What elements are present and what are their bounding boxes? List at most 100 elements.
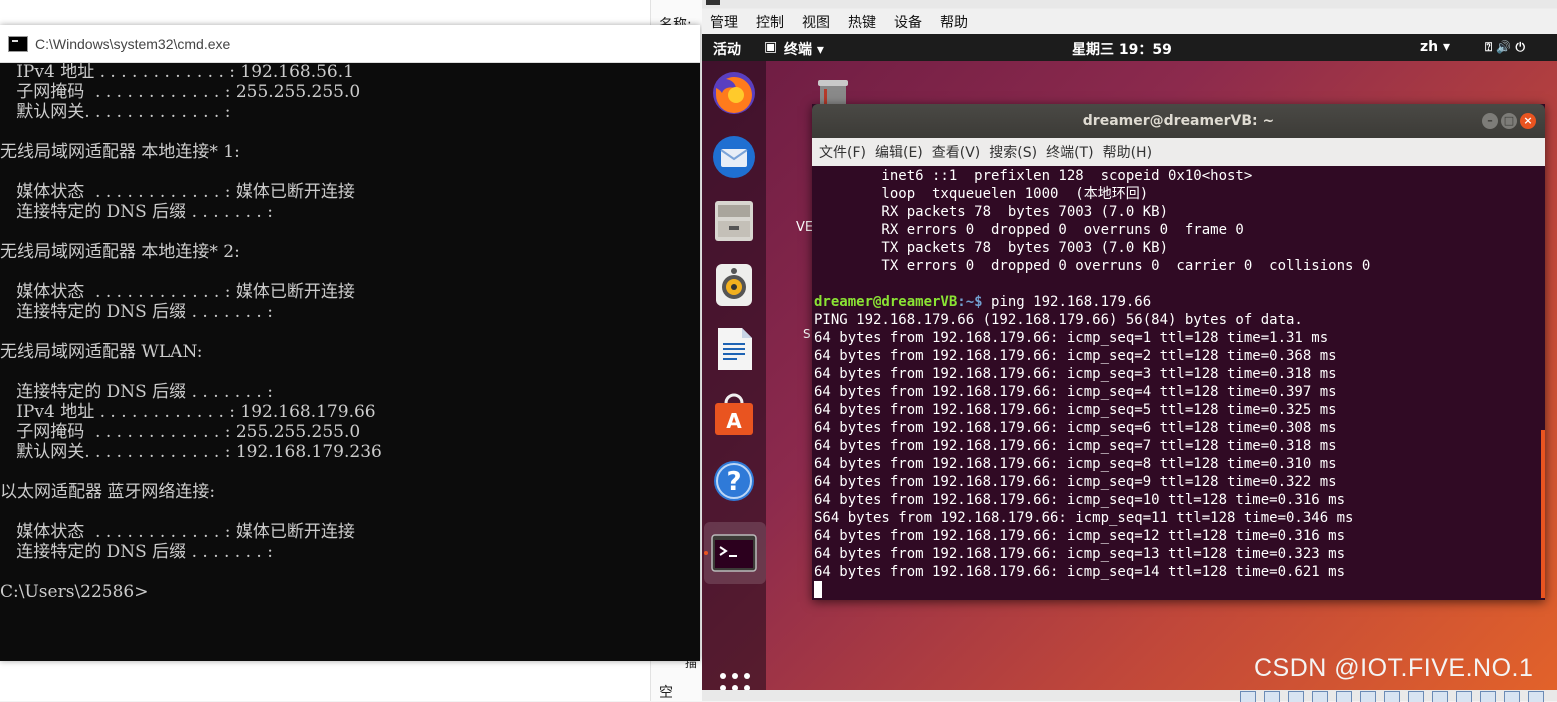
vbox-status-icon[interactable]	[1264, 691, 1280, 702]
vbox-menu-item[interactable]: 控制	[756, 12, 784, 32]
help-icon[interactable]: ?	[710, 457, 758, 505]
vbox-menubar: 管理 控制 视图 热键 设备 帮助	[702, 9, 1557, 34]
clock[interactable]: 星期三 19：59	[1072, 39, 1172, 59]
vbox-title-strip	[702, 0, 1557, 8]
vbox-status-icon[interactable]	[1480, 691, 1496, 702]
terminal-output-line: PING 192.168.179.66 (192.168.179.66) 56(…	[814, 312, 1303, 328]
vbox-status-icon[interactable]	[1312, 691, 1328, 702]
libreoffice-writer-icon[interactable]	[710, 325, 758, 373]
csdn-watermark: CSDN @IOT.FIVE.NO.1	[1254, 654, 1534, 682]
vbox-status-icon[interactable]	[1240, 691, 1256, 702]
cmd-titlebar[interactable]: C:\Windows\system32\cmd.exe	[0, 25, 700, 63]
vbox-menu-item[interactable]: 设备	[894, 12, 922, 32]
cmd-output-line: 子网掩码 . . . . . . . . . . . . : 255.255.2…	[0, 82, 361, 102]
terminal-output-line: 64 bytes from 192.168.179.66: icmp_seq=2…	[814, 348, 1337, 364]
cmd-output-line: 默认网关. . . . . . . . . . . . . :	[0, 102, 231, 122]
vbox-status-icon[interactable]	[1408, 691, 1424, 702]
terminal-menu-item[interactable]: 搜索(S)	[989, 142, 1037, 162]
cmd-output-line: 媒体状态 . . . . . . . . . . . . : 媒体已断开连接	[0, 522, 355, 542]
vbox-menu-item[interactable]: 视图	[802, 12, 830, 32]
dock-running-indicator	[704, 551, 708, 555]
cmd-output-line: 连接特定的 DNS 后缀 . . . . . . . :	[0, 302, 273, 322]
cmd-output-line: 无线局域网适配器 WLAN:	[0, 342, 203, 362]
thunderbird-icon[interactable]	[710, 133, 758, 181]
terminal-output-line: 64 bytes from 192.168.179.66: icmp_seq=4…	[814, 384, 1337, 400]
cmd-output-line: 以太网适配器 蓝牙网络连接:	[0, 482, 216, 502]
cmd-output-line: 媒体状态 . . . . . . . . . . . . : 媒体已断开连接	[0, 182, 355, 202]
terminal-titlebar[interactable]: dreamer@dreamerVB: ~ – □ ×	[812, 104, 1545, 138]
terminal-output-line: 64 bytes from 192.168.179.66: icmp_seq=8…	[814, 456, 1337, 472]
activities-button[interactable]: 活动	[713, 39, 741, 59]
terminal-menu-item[interactable]: 编辑(E)	[875, 142, 923, 162]
ubuntu-desktop: 活动 ▣ 终端 ▾ 星期三 19：59 zh ▾ ⍰ 🔊 ⏻ A? VE S d…	[702, 34, 1557, 690]
cmd-output-line: 连接特定的 DNS 后缀 . . . . . . . :	[0, 542, 273, 562]
vbox-status-icon[interactable]	[1288, 691, 1304, 702]
firefox-icon[interactable]	[710, 69, 758, 117]
input-method-menu[interactable]: zh ▾	[1420, 39, 1450, 55]
terminal-menu-item[interactable]: 文件(F)	[819, 142, 866, 162]
system-tray-icons[interactable]: ⍰ 🔊 ⏻	[1485, 40, 1525, 55]
terminal-output-line: 64 bytes from 192.168.179.66: icmp_seq=7…	[814, 438, 1337, 454]
vbox-status-icon[interactable]	[1504, 691, 1520, 702]
vbox-status-icon[interactable]	[1336, 691, 1352, 702]
cmd-window-title: C:\Windows\system32\cmd.exe	[35, 35, 231, 52]
terminal-cursor	[814, 581, 822, 598]
terminal-menu-item[interactable]: 查看(V)	[932, 142, 981, 162]
software-center-icon[interactable]: A	[710, 391, 758, 439]
vbox-menu-item[interactable]: 管理	[710, 12, 738, 32]
terminal-menu-item[interactable]: 终端(T)	[1046, 142, 1093, 162]
vbox-status-icon[interactable]	[1528, 691, 1544, 702]
cmd-output-line: 连接特定的 DNS 后缀 . . . . . . . :	[0, 382, 273, 402]
desktop-icon-label: VE	[796, 220, 814, 235]
svg-text:?: ?	[726, 467, 741, 497]
terminal-output-line: 64 bytes from 192.168.179.66: icmp_seq=1…	[814, 564, 1346, 580]
terminal-output-line: 64 bytes from 192.168.179.66: icmp_seq=5…	[814, 402, 1337, 418]
terminal-scrollbar[interactable]	[1541, 430, 1545, 598]
cmd-window[interactable]: C:\Windows\system32\cmd.exe IPv4 地址 . . …	[0, 25, 700, 661]
app-menu-terminal[interactable]: 终端 ▾	[784, 39, 824, 59]
terminal-output-line: TX errors 0 dropped 0 overruns 0 carrier…	[814, 258, 1371, 274]
terminal-icon[interactable]	[710, 529, 758, 577]
cmd-output-line: IPv4 地址 . . . . . . . . . . . . : 192.16…	[0, 62, 354, 82]
cmd-output-line: C:\Users\22586>	[0, 582, 149, 602]
vbox-menu-item[interactable]: 帮助	[940, 12, 968, 32]
cmd-output-line: 默认网关. . . . . . . . . . . . . : 192.168.…	[0, 442, 382, 462]
cmd-output-line: 媒体状态 . . . . . . . . . . . . : 媒体已断开连接	[0, 282, 355, 302]
terminal-output-line: 64 bytes from 192.168.179.66: icmp_seq=1…	[814, 492, 1346, 508]
cmd-console-output[interactable]: IPv4 地址 . . . . . . . . . . . . : 192.16…	[0, 62, 700, 661]
cmd-output-line: 无线局域网适配器 本地连接* 2:	[0, 242, 240, 262]
vbox-menu-item[interactable]: 热键	[848, 12, 876, 32]
terminal-title: dreamer@dreamerVB: ~	[1082, 113, 1275, 129]
terminal-output-line: 64 bytes from 192.168.179.66: icmp_seq=9…	[814, 474, 1337, 490]
terminal-output-line: 64 bytes from 192.168.179.66: icmp_seq=3…	[814, 366, 1337, 382]
ubuntu-dock: A?	[702, 61, 766, 690]
maximize-button[interactable]: □	[1501, 113, 1517, 129]
terminal-menu-item[interactable]: 帮助(H)	[1103, 142, 1152, 162]
terminal-output-line: RX errors 0 dropped 0 overruns 0 frame 0	[814, 222, 1244, 238]
terminal-prompt-line: dreamer@dreamerVB:~$ ping 192.168.179.66	[814, 293, 1151, 311]
minimize-button[interactable]: –	[1482, 113, 1498, 129]
show-applications-icon[interactable]	[718, 671, 752, 690]
cmd-output-line: IPv4 地址 . . . . . . . . . . . . : 192.16…	[0, 402, 376, 422]
files-icon[interactable]	[710, 197, 758, 245]
vbox-status-icon[interactable]	[1384, 691, 1400, 702]
vbox-status-icon[interactable]	[1432, 691, 1448, 702]
terminal-output-line: 64 bytes from 192.168.179.66: icmp_seq=1…	[814, 330, 1329, 346]
terminal-output-line: S64 bytes from 192.168.179.66: icmp_seq=…	[814, 510, 1354, 526]
rhythmbox-icon[interactable]	[710, 261, 758, 309]
terminal-output-line: 64 bytes from 192.168.179.66: icmp_seq=1…	[814, 546, 1346, 562]
terminal-output[interactable]: inet6 ::1 prefixlen 128 scopeid 0x10<hos…	[812, 166, 1537, 600]
gnome-top-bar: 活动 ▣ 终端 ▾ 星期三 19：59 zh ▾ ⍰ 🔊 ⏻	[702, 34, 1557, 61]
cmd-output-line: 无线局域网适配器 本地连接* 1:	[0, 142, 240, 162]
vbox-status-icon[interactable]	[1360, 691, 1376, 702]
svg-text:A: A	[726, 409, 742, 433]
vbox-status-icon[interactable]	[1456, 691, 1472, 702]
terminal-window[interactable]: dreamer@dreamerVB: ~ – □ × 文件(F) 编辑(E) 查看(…	[812, 104, 1545, 600]
cmd-output-line: 子网掩码 . . . . . . . . . . . . : 255.255.2…	[0, 422, 361, 442]
cmd-app-icon	[8, 35, 28, 52]
close-button[interactable]: ×	[1520, 113, 1536, 129]
desktop-icon-label-2: S	[803, 327, 811, 341]
cmd-output-line: 连接特定的 DNS 后缀 . . . . . . . :	[0, 202, 273, 222]
terminal-output-line: inet6 ::1 prefixlen 128 scopeid 0x10<hos…	[814, 168, 1253, 184]
prompt-path: :~$	[957, 294, 992, 310]
